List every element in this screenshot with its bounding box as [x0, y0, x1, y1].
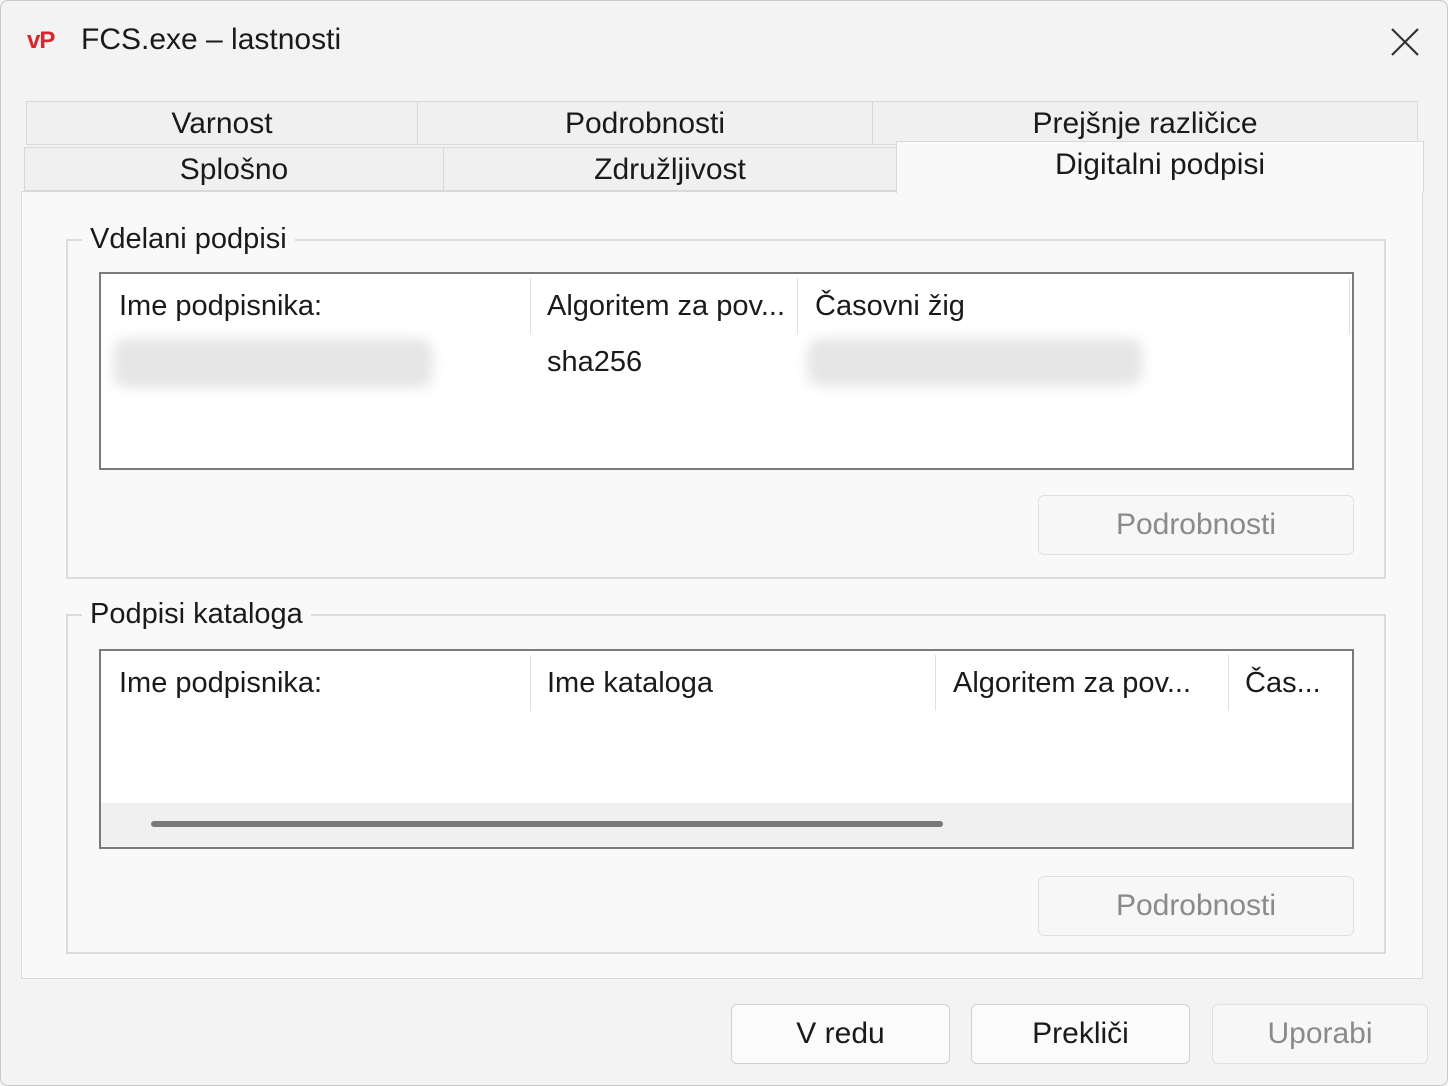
- column-header-timestamp[interactable]: Časovni žig: [797, 274, 1349, 338]
- redacted-signer-name: [113, 338, 433, 388]
- tab-digitalni-podpisi[interactable]: Digitalni podpisi: [896, 141, 1424, 193]
- window-title: FCS.exe – lastnosti: [81, 23, 342, 56]
- tab-podrobnosti[interactable]: Podrobnosti: [417, 101, 873, 145]
- embedded-signatures-legend: Vdelani podpisi: [82, 223, 295, 256]
- algorithm-cell: sha256: [547, 346, 643, 378]
- catalog-details-button[interactable]: Podrobnosti: [1038, 876, 1354, 936]
- app-icon: vP: [27, 27, 55, 54]
- column-header-algorithm[interactable]: Algoritem za pov...: [529, 274, 797, 338]
- embedded-details-button[interactable]: Podrobnosti: [1038, 495, 1354, 555]
- embedded-signatures-list[interactable]: Ime podpisnika: Algoritem za pov... Časo…: [99, 272, 1354, 470]
- redacted-timestamp: [807, 338, 1143, 386]
- catalog-signatures-list[interactable]: Ime podpisnika: Ime kataloga Algoritem z…: [99, 649, 1354, 849]
- tab-prejsnje-razlicice[interactable]: Prejšnje različice: [872, 101, 1418, 145]
- cancel-button[interactable]: Prekliči: [971, 1004, 1190, 1064]
- properties-dialog: vP FCS.exe – lastnosti Varnost Podrobnos…: [0, 0, 1448, 1086]
- tab-splosno[interactable]: Splošno: [24, 147, 444, 191]
- title-bar: vP FCS.exe – lastnosti: [1, 1, 1447, 79]
- scrollbar-thumb[interactable]: [151, 821, 943, 827]
- column-divider[interactable]: [1349, 278, 1350, 334]
- tab-zdruzljivost[interactable]: Združljivost: [443, 147, 897, 191]
- catalog-signatures-legend: Podpisi kataloga: [82, 598, 311, 631]
- column-header-algorithm[interactable]: Algoritem za pov...: [935, 651, 1229, 715]
- column-header-timestamp[interactable]: Čas...: [1227, 651, 1352, 715]
- tab-varnost[interactable]: Varnost: [26, 101, 418, 145]
- column-header-signer[interactable]: Ime podpisnika:: [101, 274, 529, 338]
- ok-button[interactable]: V redu: [731, 1004, 950, 1064]
- column-header-catalog-name[interactable]: Ime kataloga: [529, 651, 935, 715]
- horizontal-scrollbar[interactable]: [101, 803, 1352, 847]
- column-header-signer[interactable]: Ime podpisnika:: [101, 651, 529, 715]
- apply-button[interactable]: Uporabi: [1212, 1004, 1428, 1064]
- close-icon: [1391, 28, 1419, 56]
- close-button[interactable]: [1379, 19, 1429, 63]
